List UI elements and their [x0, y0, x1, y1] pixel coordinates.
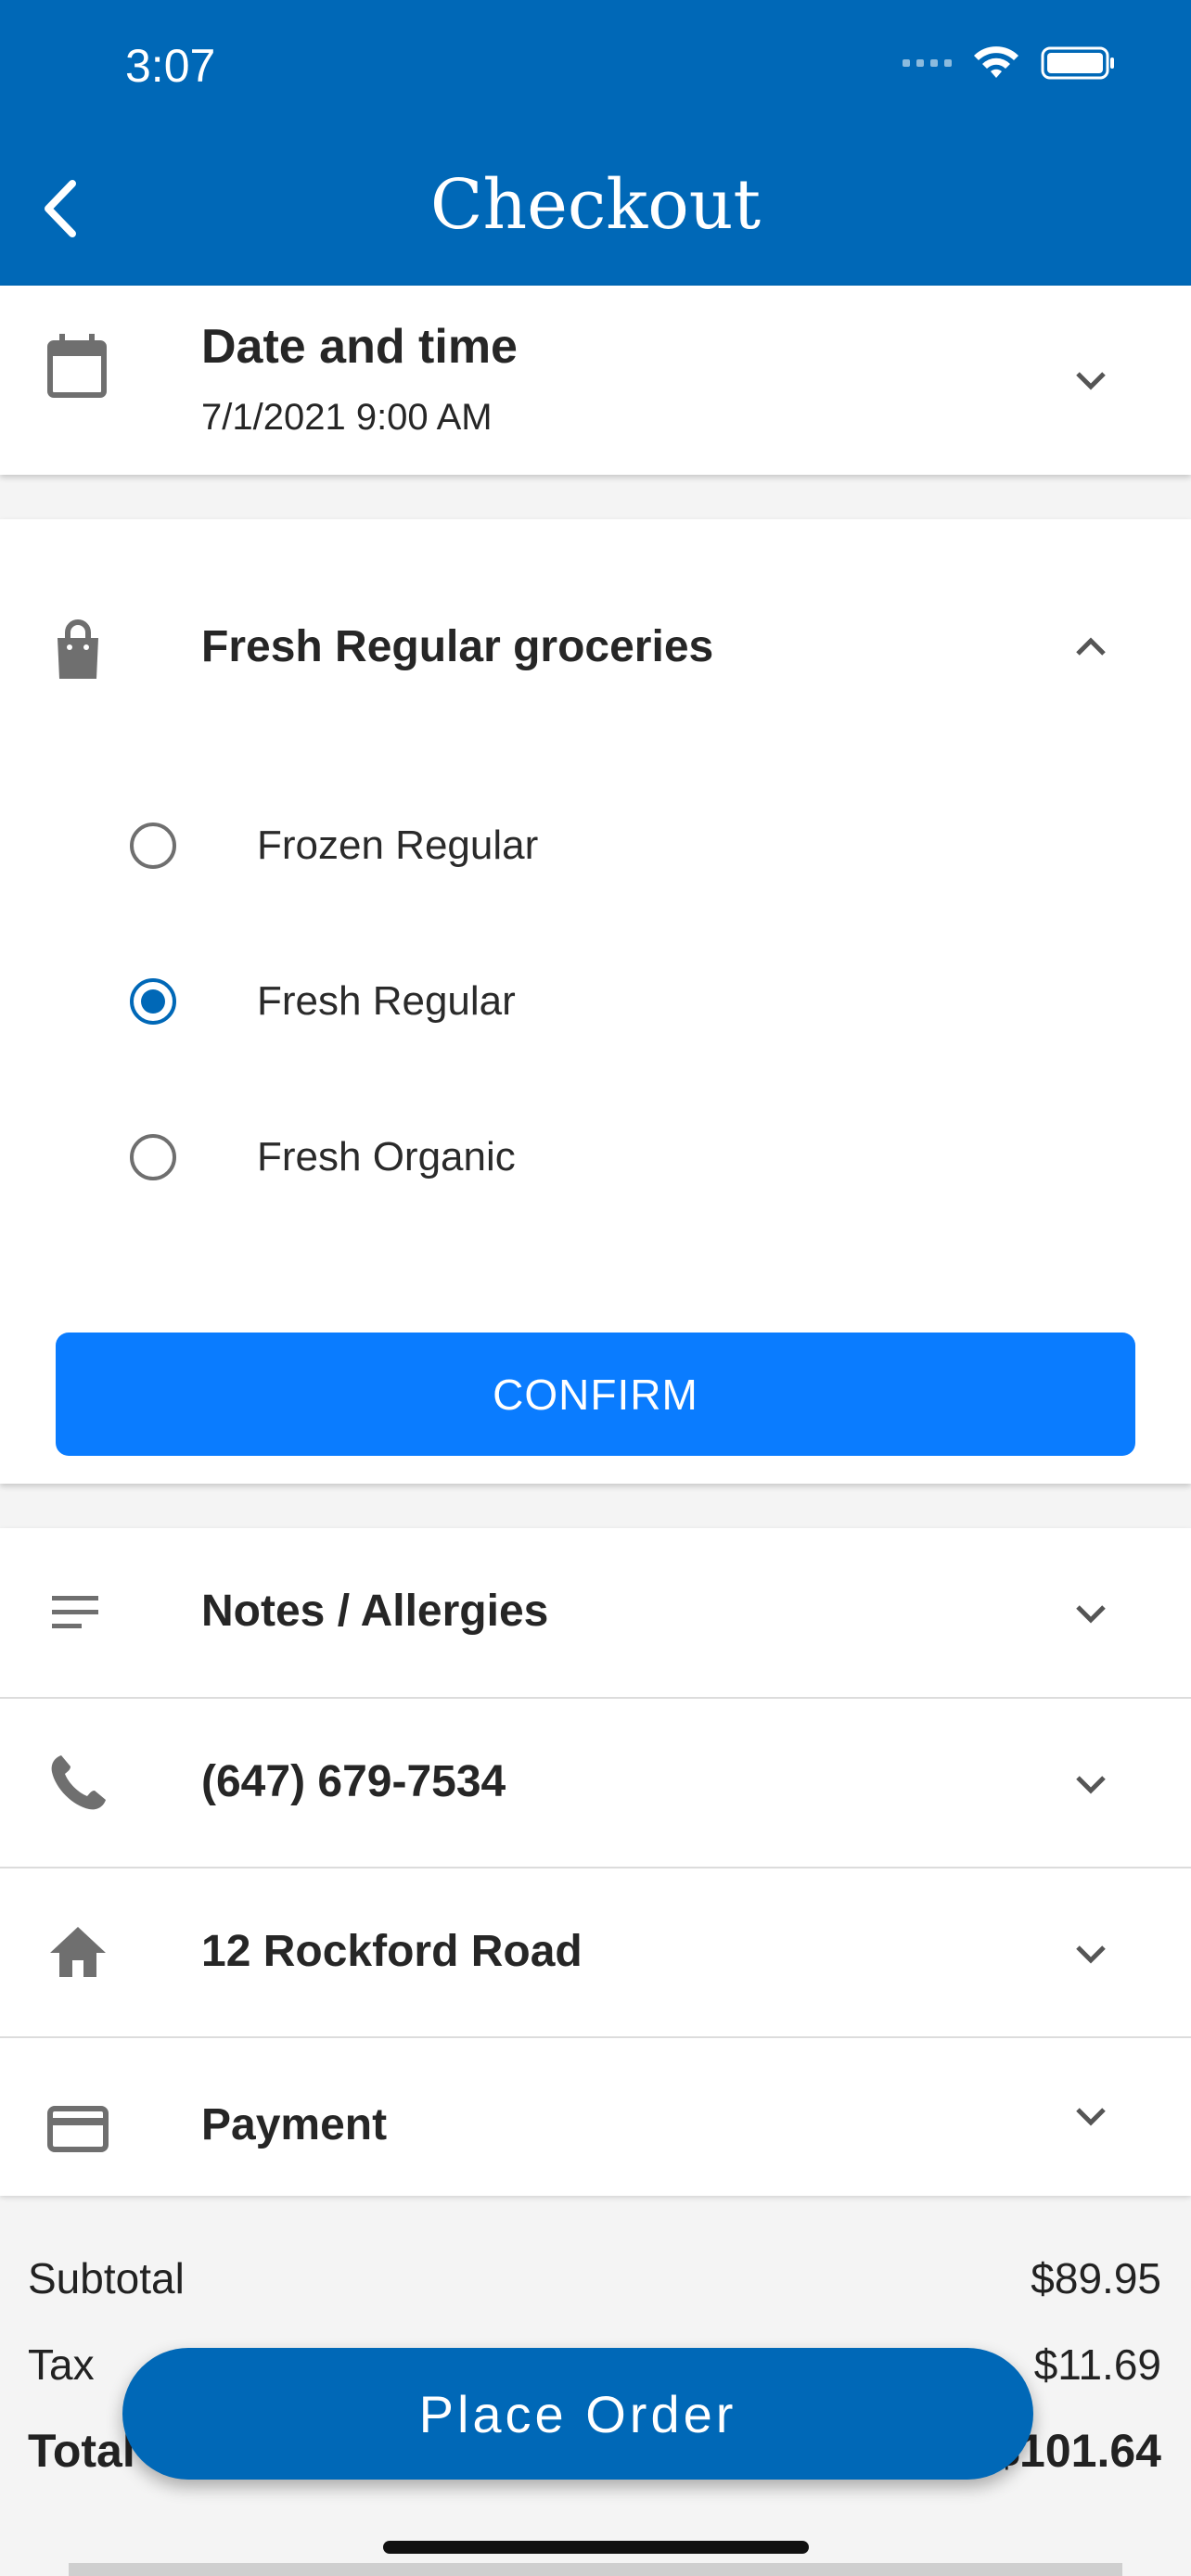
date-time-label: Date and time [201, 320, 518, 374]
radio-option-label: Fresh Regular [257, 978, 516, 1024]
radio-option-fresh-organic[interactable]: Fresh Organic [130, 1116, 516, 1199]
shopping-bag-icon [58, 619, 98, 679]
confirm-button[interactable]: CONFIRM [56, 1333, 1135, 1456]
subtotal-label: Subtotal [28, 2254, 185, 2302]
wifi-icon [974, 46, 1018, 78]
radio-option-fresh-regular[interactable]: Fresh Regular [130, 960, 516, 1043]
payment-label: Payment [201, 2100, 388, 2149]
bottom-divider [69, 2563, 1122, 2576]
status-icons [903, 45, 1117, 82]
home-icon [50, 1927, 106, 1977]
radio-button[interactable] [130, 823, 176, 869]
chevron-up-icon[interactable] [1070, 627, 1111, 668]
notes-label: Notes / Allergies [201, 1587, 549, 1636]
radio-button-selected[interactable] [130, 978, 176, 1025]
date-time-value: 7/1/2021 9:00 AM [201, 397, 493, 438]
chevron-down-icon[interactable] [1070, 1764, 1111, 1804]
phone-row[interactable]: (647) 679-7534 [0, 1697, 1191, 1868]
tax-value: $11.69 [1033, 2340, 1161, 2389]
total-label: Total [28, 2425, 135, 2477]
grocery-type-label: Fresh Regular groceries [201, 622, 714, 671]
credit-card-icon [47, 2106, 109, 2152]
address-row[interactable]: 12 Rockford Road [0, 1867, 1191, 2037]
payment-row[interactable]: Payment [0, 2036, 1191, 2196]
tax-label: Tax [28, 2340, 95, 2389]
home-indicator[interactable] [383, 2541, 809, 2554]
radio-option-frozen-regular[interactable]: Frozen Regular [130, 804, 538, 887]
radio-button[interactable] [130, 1134, 176, 1180]
date-time-section[interactable]: Date and time 7/1/2021 9:00 AM [0, 286, 1191, 475]
battery-icon [1041, 46, 1114, 80]
page-title: Checkout [429, 165, 762, 245]
phone-icon [51, 1755, 106, 1810]
radio-option-label: Fresh Organic [257, 1134, 516, 1180]
notes-lines-icon [52, 1596, 98, 1628]
subtotal-value: $89.95 [1031, 2254, 1161, 2302]
cellular-signal-icon [903, 59, 952, 67]
status-time: 3:07 [125, 40, 216, 92]
calendar-icon [47, 334, 107, 398]
radio-option-label: Frozen Regular [257, 823, 539, 868]
chevron-down-icon[interactable] [1070, 1593, 1111, 1634]
place-order-button[interactable]: Place Order [122, 2348, 1033, 2480]
chevron-down-icon[interactable] [1070, 2096, 1111, 2136]
app-header: 3:07 Checkout [0, 0, 1191, 286]
chevron-down-icon[interactable] [1070, 360, 1111, 401]
address-label: 12 Rockford Road [201, 1927, 583, 1976]
notes-row[interactable]: Notes / Allergies [0, 1528, 1191, 1697]
chevron-down-icon[interactable] [1070, 1933, 1111, 1974]
subtotal-line: Subtotal $89.95 [28, 2253, 1161, 2303]
phone-label: (647) 679-7534 [201, 1757, 506, 1806]
